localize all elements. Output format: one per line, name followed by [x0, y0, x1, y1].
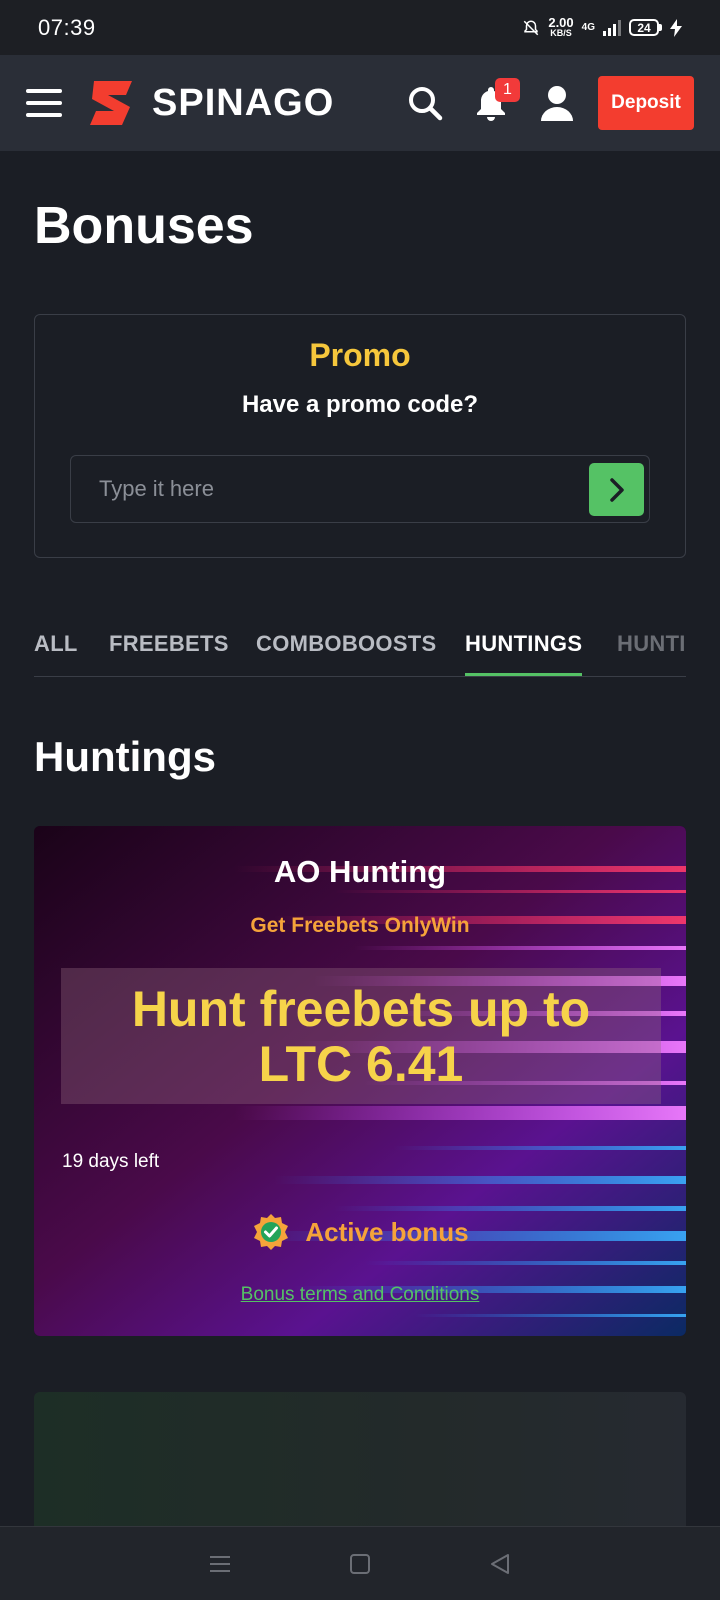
hunting-subtitle: Get Freebets OnlyWin — [250, 914, 470, 937]
tab-comboboosts[interactable]: COMBOBOOSTS — [256, 631, 437, 657]
section-title: Huntings — [34, 733, 216, 780]
tab-hunti-partial[interactable]: HUNTI — [617, 631, 686, 657]
logo-mark — [90, 81, 132, 125]
promo-subtitle: Have a promo code? — [241, 391, 479, 418]
hunting-headline-line2: LTC 6.41 — [258, 1036, 464, 1092]
brand-logo[interactable]: SPINAGO — [86, 77, 334, 129]
bonus-tabs: ALL FREEBETS COMBOBOOSTS HUNTINGS HUNTI — [34, 615, 686, 677]
hunting-headline: Hunt freebets up to LTC 6.41 — [61, 982, 661, 1092]
active-status: Active bonus — [34, 1212, 686, 1252]
battery-icon: 24 — [629, 19, 662, 36]
hunting-name: AO Hunting — [273, 854, 447, 889]
status-indicators: 2.00 KB/S 4G 24 — [522, 14, 682, 39]
signal-icon — [603, 19, 621, 36]
active-bonus-label: Active bonus — [305, 1216, 469, 1247]
network-speed-unit: KB/S — [550, 27, 572, 38]
active-tab-indicator — [465, 673, 582, 676]
search-icon — [409, 87, 443, 121]
notification-badge: 1 — [495, 78, 520, 102]
notifications-button[interactable]: 1 — [468, 78, 520, 126]
promo-code-input[interactable] — [71, 456, 571, 522]
profile-button[interactable] — [534, 80, 580, 126]
menu-icon[interactable] — [26, 89, 62, 117]
back-button[interactable] — [480, 1544, 520, 1584]
verified-badge-icon — [254, 1214, 289, 1250]
status-bar: 07:39 2.00 KB/S 4G 24 — [0, 0, 720, 55]
brand-name: SPINAGO — [152, 81, 335, 124]
tab-huntings[interactable]: HUNTINGS — [465, 631, 582, 657]
square-icon — [350, 1553, 370, 1574]
hunting-card[interactable]: AO Hunting Get Freebets OnlyWin Hunt fre… — [34, 826, 686, 1336]
next-bonus-card[interactable] — [34, 1392, 686, 1532]
home-button[interactable] — [340, 1544, 380, 1584]
search-button[interactable] — [402, 80, 448, 126]
promo-submit-button[interactable] — [589, 463, 644, 516]
tab-freebets[interactable]: FREEBETS — [109, 631, 229, 657]
promo-title: Promo — [309, 337, 411, 373]
chevron-right-icon — [609, 477, 624, 502]
network-speed-value: 2.00 — [548, 14, 574, 30]
hunting-banner: Hunt freebets up to LTC 6.41 — [61, 968, 661, 1104]
status-time: 07:39 — [38, 14, 96, 40]
mute-bell-icon — [524, 19, 539, 35]
promo-card: Promo Have a promo code? — [34, 314, 686, 558]
back-triangle-icon — [491, 1553, 509, 1574]
page-title: Bonuses — [34, 197, 254, 255]
charging-icon — [670, 18, 682, 37]
network-speed: 2.00 KB/S — [548, 14, 574, 39]
tab-all[interactable]: ALL — [34, 631, 78, 657]
bonus-terms-link[interactable]: Bonus terms and Conditions — [34, 1284, 686, 1306]
deposit-button[interactable]: Deposit — [598, 76, 694, 130]
menu-lines-icon — [210, 1555, 230, 1572]
hunting-headline-line1: Hunt freebets up to — [131, 981, 591, 1037]
user-icon — [541, 86, 573, 121]
recent-apps-button[interactable] — [200, 1544, 240, 1584]
system-nav-bar — [0, 1526, 720, 1600]
days-left: 19 days left — [62, 1151, 160, 1172]
app-header: SPINAGO 1 Deposit — [0, 55, 720, 151]
battery-level: 24 — [629, 19, 659, 36]
promo-field — [70, 455, 650, 523]
network-type: 4G — [581, 22, 595, 33]
